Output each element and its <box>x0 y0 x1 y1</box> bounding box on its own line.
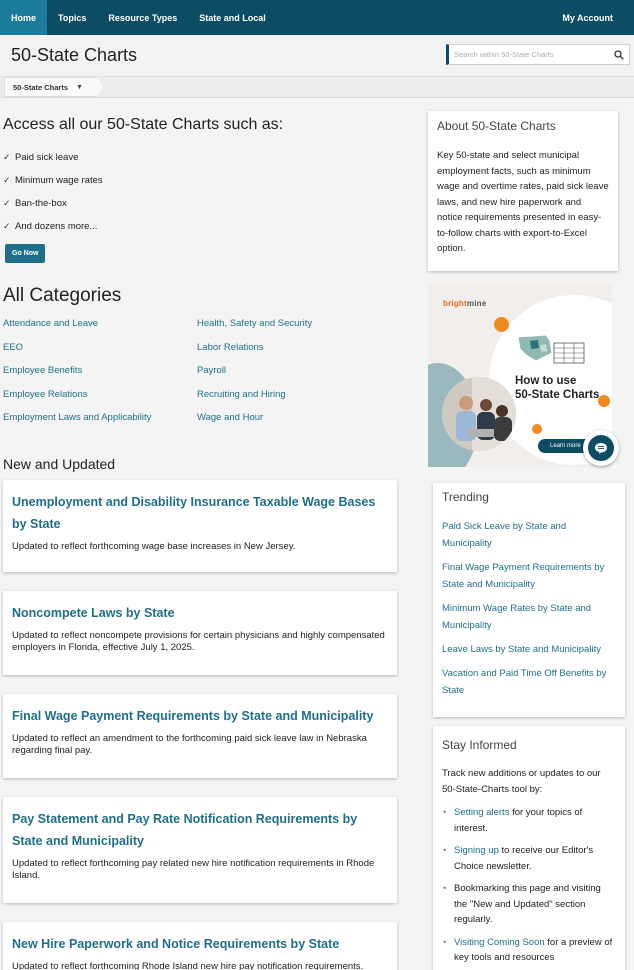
go-now-button[interactable]: Go Now <box>5 244 46 263</box>
list-item: ✓ Paid sick leave <box>3 146 403 169</box>
category-link[interactable]: Recruiting and Hiring <box>197 389 391 413</box>
update-card-desc: Updated to reflect forthcoming pay relat… <box>12 857 375 881</box>
page-title: 50-State Charts <box>11 45 138 65</box>
list-item: Setting alerts for your topics of intere… <box>442 805 616 836</box>
update-card-title[interactable]: Noncompete Laws by State <box>12 602 388 624</box>
category-link[interactable]: EEO <box>3 342 197 366</box>
trending-link[interactable]: Vacation and Paid Time Off Benefits by S… <box>442 665 616 699</box>
page-header: 50-State Charts <box>0 35 634 77</box>
brand-part: mine <box>466 299 487 308</box>
list-item: Signing up to receive our Editor's Choic… <box>442 843 616 874</box>
search-box <box>446 44 630 65</box>
brand-part: bright <box>443 299 467 308</box>
check-icon: ✓ <box>3 175 11 185</box>
promo-heading-line: 50-State Charts <box>515 389 600 401</box>
update-card-title[interactable]: Unemployment and Disability Insurance Ta… <box>12 491 388 535</box>
check-icon: ✓ <box>3 198 11 208</box>
promo-dot <box>598 395 610 407</box>
trending-link[interactable]: Minimum Wage Rates by State and Municipa… <box>442 600 616 634</box>
update-card-title[interactable]: New Hire Paperwork and Notice Requiremen… <box>12 933 388 955</box>
update-card-desc: Updated to reflect forthcoming wage base… <box>12 540 296 552</box>
stay-intro: Track new additions or updates to our 50… <box>442 768 601 795</box>
category-link[interactable]: Employee Benefits <box>3 365 197 389</box>
update-card: Unemployment and Disability Insurance Ta… <box>3 479 397 572</box>
nav-home[interactable]: Home <box>0 0 48 35</box>
category-link[interactable]: Wage and Hour <box>197 412 391 436</box>
trending-box: Trending Paid Sick Leave by State and Mu… <box>433 483 625 717</box>
category-link[interactable]: Payroll <box>197 365 391 389</box>
access-list: ✓ Paid sick leave ✓ Minimum wage rates ✓ Ba… <box>3 146 403 238</box>
nav-topics[interactable]: Topics <box>47 0 97 35</box>
breadcrumb-item[interactable]: 50-State Charts ▼ <box>4 77 104 97</box>
update-card-desc: Updated to reflect an amendment to the f… <box>12 732 367 756</box>
list-item: ✓ Ban-the-box <box>3 192 403 215</box>
nav-state-and-local[interactable]: State and Local <box>188 0 277 35</box>
list-item-text: Bookmarking this page and visiting the "… <box>454 883 601 925</box>
search-input[interactable] <box>449 50 609 59</box>
search-icon[interactable] <box>609 49 629 60</box>
list-item: ✓ And dozens more... <box>3 215 403 238</box>
us-map-icon <box>516 331 586 370</box>
categories-title: All Categories <box>3 285 122 306</box>
list-item-label: Minimum wage rates <box>15 175 103 186</box>
update-card: Noncompete Laws by State Updated to refl… <box>3 590 397 675</box>
update-card: New Hire Paperwork and Notice Requiremen… <box>3 921 397 970</box>
promo-photo <box>442 377 516 451</box>
category-link[interactable]: Employment Laws and Applicability <box>3 412 197 436</box>
category-link[interactable]: Health, Safety and Security <box>197 318 391 342</box>
update-card-desc: Updated to reflect noncompete provisions… <box>12 629 385 653</box>
breadcrumb: 50-State Charts ▼ <box>0 77 634 98</box>
stay-title: Stay Informed <box>442 738 517 752</box>
chat-button[interactable] <box>583 430 619 466</box>
category-link[interactable]: Attendance and Leave <box>3 318 197 342</box>
update-card-desc: Updated to reflect forthcoming Rhode Isl… <box>12 960 364 970</box>
caret-down-icon: ▼ <box>76 83 83 91</box>
update-card: Pay Statement and Pay Rate Notification … <box>3 796 397 903</box>
list-item: Bookmarking this page and visiting the "… <box>442 881 616 928</box>
promo-dot <box>532 424 542 434</box>
signing-up-link[interactable]: Signing up <box>454 845 499 856</box>
list-item: ✓ Minimum wage rates <box>3 169 403 192</box>
update-card-title[interactable]: Pay Statement and Pay Rate Notification … <box>12 808 388 852</box>
chat-icon <box>588 435 614 461</box>
trending-title: Trending <box>442 490 489 504</box>
promo-dot <box>494 317 509 332</box>
update-card: Final Wage Payment Requirements by State… <box>3 693 397 778</box>
coming-soon-link[interactable]: Visiting Coming Soon <box>454 937 545 948</box>
brightmine-logo: brightmine <box>443 299 486 308</box>
trending-list: Paid Sick Leave by State and Municipalit… <box>442 518 616 699</box>
categories-grid: Attendance and Leave Health, Safety and … <box>3 318 403 436</box>
my-account-link[interactable]: My Account <box>562 0 613 35</box>
about-body: Key 50-state and select municipal employ… <box>437 150 609 254</box>
list-item: Visiting Coming Soon for a preview of ke… <box>442 935 616 966</box>
new-and-updated-title: New and Updated <box>3 455 116 472</box>
list-item-label: Ban-the-box <box>15 198 67 209</box>
trending-link[interactable]: Paid Sick Leave by State and Municipalit… <box>442 518 616 552</box>
check-icon: ✓ <box>3 152 11 162</box>
stay-informed-box: Stay Informed Track new additions or upd… <box>433 726 625 970</box>
list-item-label: And dozens more... <box>15 221 98 232</box>
promo-heading: How to use 50-State Charts <box>515 374 599 402</box>
top-nav: Home Topics Resource Types State and Loc… <box>0 0 634 35</box>
access-title: Access all our 50-State Charts such as: <box>3 116 284 133</box>
nav-resource-types[interactable]: Resource Types <box>97 0 188 35</box>
main-content: Access all our 50-State Charts such as: … <box>3 110 403 970</box>
setting-alerts-link[interactable]: Setting alerts <box>454 807 509 818</box>
stay-list: Setting alerts for your topics of intere… <box>442 805 616 966</box>
update-card-title[interactable]: Final Wage Payment Requirements by State… <box>12 705 388 727</box>
about-box: About 50-State Charts Key 50-state and s… <box>428 111 618 271</box>
check-icon: ✓ <box>3 221 11 231</box>
trending-link[interactable]: Final Wage Payment Requirements by State… <box>442 559 616 593</box>
trending-link[interactable]: Leave Laws by State and Municipality <box>442 641 616 658</box>
category-link[interactable]: Employee Relations <box>3 389 197 413</box>
category-link[interactable]: Labor Relations <box>197 342 391 366</box>
promo-heading-line: How to use <box>515 375 577 387</box>
list-item-label: Paid sick leave <box>15 152 79 163</box>
about-title: About 50-State Charts <box>437 119 556 133</box>
breadcrumb-label: 50-State Charts <box>13 82 69 92</box>
